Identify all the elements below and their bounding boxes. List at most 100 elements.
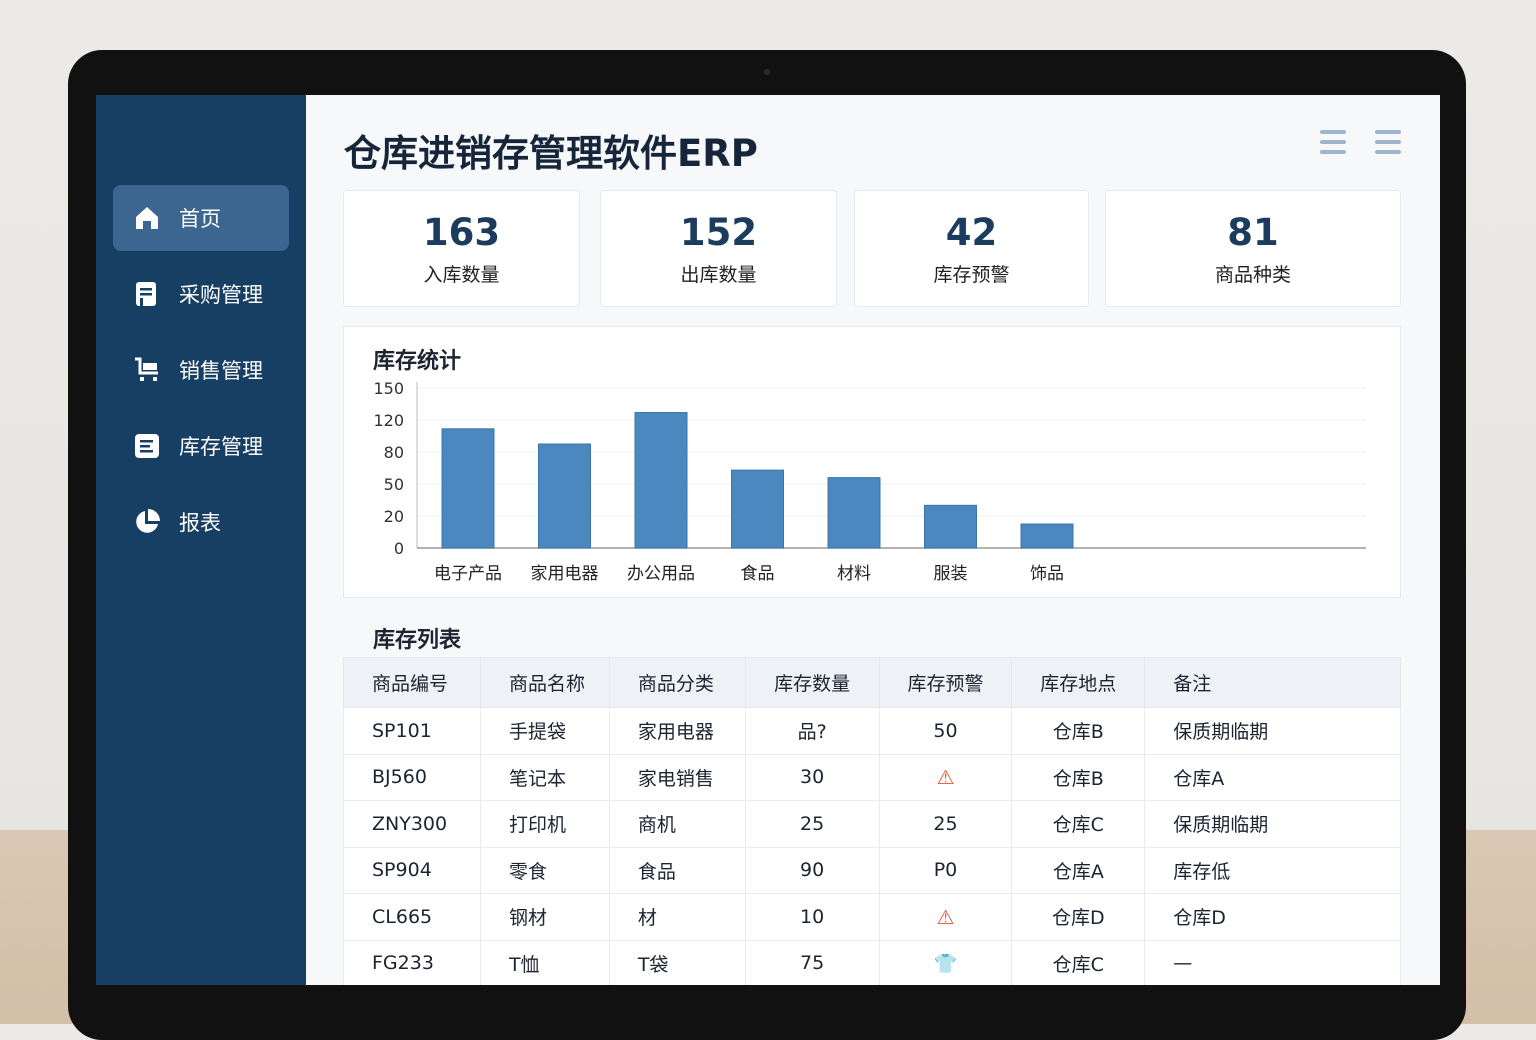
x-tick-label: 饰品 [1030, 564, 1064, 584]
column-header[interactable]: 备注 [1144, 657, 1401, 708]
warning-icon: ⚠ [878, 753, 1013, 801]
chart-bar [924, 504, 977, 549]
table-cell: 仓库C [1011, 939, 1146, 985]
stat-value: 81 [1227, 211, 1279, 254]
table-row[interactable]: FG233 T恤 T袋 75 👕 仓库C — [343, 939, 1401, 985]
inventory-bar-chart: 0 20 50 80 120 150 电子产品 家用电器 办公用品 食品 材料 服装 饰品 [373, 379, 1366, 584]
stat-value: 152 [679, 211, 758, 254]
table-row[interactable]: BJ560 笔记本 家电销售 30 ⚠ 仓库B 仓库A [343, 753, 1401, 801]
y-tick-label: 50 [384, 475, 404, 494]
table-cell: 50 [878, 707, 1013, 755]
table-cell: FG233 [343, 939, 481, 985]
pie-chart-icon [133, 508, 161, 536]
table-cell: T袋 [608, 939, 746, 985]
table-cell: 家电销售 [608, 753, 746, 801]
chart-panel: 库存统计 0 20 50 80 120 150 电子产品 家用电器 办公用品 食品 材料 服装 饰品 [343, 326, 1401, 598]
stat-card-categories: 81 商品种类 [1105, 190, 1401, 307]
table-row[interactable]: SP101 手提袋 家用电器 品? 50 仓库B 保质期临期 [343, 707, 1401, 755]
menu-icon[interactable] [1320, 130, 1346, 156]
table-row[interactable]: ZNY300 打印机 商机 25 25 仓库C 保质期临期 [343, 800, 1401, 848]
table-cell: 10 [744, 893, 880, 941]
column-header[interactable]: 商品分类 [608, 657, 746, 708]
table-cell: 笔记本 [479, 753, 610, 801]
sidebar-item-reports[interactable]: 报表 [113, 489, 289, 555]
table-cell: 商机 [608, 800, 746, 848]
sidebar-item-purchase[interactable]: 采购管理 [113, 261, 289, 327]
chart-bar [731, 469, 784, 549]
table-cell: 品? [744, 707, 880, 755]
table-cell: 保质期临期 [1144, 800, 1401, 848]
x-tick-label: 服装 [934, 564, 968, 584]
table-title: 库存列表 [373, 628, 462, 653]
table-cell: 仓库D [1144, 893, 1401, 941]
sidebar-item-label: 报表 [179, 511, 221, 535]
table-cell: SP904 [343, 846, 481, 894]
table-cell: 钢材 [479, 893, 610, 941]
table-cell: ZNY300 [343, 800, 481, 848]
stat-card-warning: 42 库存预警 [854, 190, 1089, 307]
table-cell: BJ560 [343, 753, 481, 801]
chart-bar [1020, 523, 1074, 549]
stat-label: 商品种类 [1214, 264, 1291, 286]
table-cell: 25 [878, 800, 1013, 848]
sidebar-item-label: 销售管理 [179, 359, 263, 383]
column-header[interactable]: 商品编号 [343, 657, 481, 708]
table-cell: 材 [608, 893, 746, 941]
home-icon [133, 204, 161, 232]
purchase-icon [133, 280, 161, 308]
stat-value: 163 [422, 211, 501, 254]
table-cell: P0 [878, 846, 1013, 894]
table-row[interactable]: CL665 钢材材 10 ⚠ 仓库D 仓库D [343, 893, 1401, 941]
table-cell: 食品 [608, 846, 746, 894]
sidebar-item-inventory[interactable]: 库存管理 [113, 413, 289, 479]
column-header[interactable]: 商品名称 [479, 657, 610, 708]
column-header[interactable]: 库存预警 [878, 657, 1013, 708]
x-tick-label: 食品 [741, 564, 775, 584]
inventory-table: 商品编号 商品名称 商品分类 库存数量 库存预警 库存地点 备注 SP101 手提袋 家用电器品… [343, 657, 1401, 985]
sidebar-item-label: 首页 [179, 207, 221, 231]
inventory-icon [133, 432, 161, 460]
stat-label: 入库数量 [423, 264, 500, 286]
sidebar-item-home[interactable]: 首页 [113, 185, 289, 251]
x-tick-label: 电子产品 [434, 564, 502, 584]
page-title: 仓库进销存管理软件ERP [344, 132, 758, 175]
app-window: 首页 采购管理 销售管理 库存管理 报表 仓库进销存管理软件ERP 163 入库数… [96, 95, 1440, 985]
stat-label: 出库数量 [680, 264, 757, 286]
table-cell: 仓库B [1011, 753, 1146, 801]
x-tick-label: 办公用品 [627, 564, 695, 584]
table-cell: 家用电器 [608, 707, 746, 755]
table-cell: — [1144, 939, 1401, 985]
cart-icon [133, 356, 161, 384]
stat-value: 42 [945, 211, 998, 254]
camera [764, 69, 770, 75]
table-cell: 打印机 [479, 800, 610, 848]
y-tick-label: 0 [394, 539, 404, 558]
table-cell: 手提袋 [479, 707, 610, 755]
table-cell: 仓库B [1011, 707, 1146, 755]
table-cell: 仓库A [1144, 753, 1401, 801]
sidebar-item-sales[interactable]: 销售管理 [113, 337, 289, 403]
table-row[interactable]: SP904 零食 食品 90 P0 仓库A 库存低 [343, 846, 1401, 894]
y-tick-label: 120 [373, 411, 404, 430]
table-cell: T恤 [479, 939, 610, 985]
table-cell: 👕 [878, 939, 1013, 985]
y-tick-label: 80 [384, 443, 404, 462]
x-tick-label: 材料 [837, 564, 871, 584]
table-cell: 仓库D [1011, 893, 1146, 941]
x-tick-label: 家用电器 [531, 564, 599, 584]
sidebar-item-label: 采购管理 [179, 283, 263, 307]
table-cell: 30 [744, 753, 880, 801]
y-tick-label: 20 [384, 507, 404, 526]
list-icon[interactable] [1375, 130, 1401, 156]
column-header[interactable]: 库存地点 [1011, 657, 1146, 708]
chart-bar [634, 412, 688, 549]
chart-bar [538, 443, 591, 549]
table-cell: SP101 [343, 707, 481, 755]
table-cell: 库存低 [1144, 846, 1401, 894]
column-header[interactable]: 库存数量 [744, 657, 880, 708]
stat-label: 库存预警 [933, 264, 1010, 286]
warning-icon: ⚠ [878, 893, 1013, 941]
table-cell: 保质期临期 [1144, 707, 1401, 755]
table-cell: 75 [744, 939, 880, 985]
stat-card-outbound: 152 出库数量 [600, 190, 837, 307]
